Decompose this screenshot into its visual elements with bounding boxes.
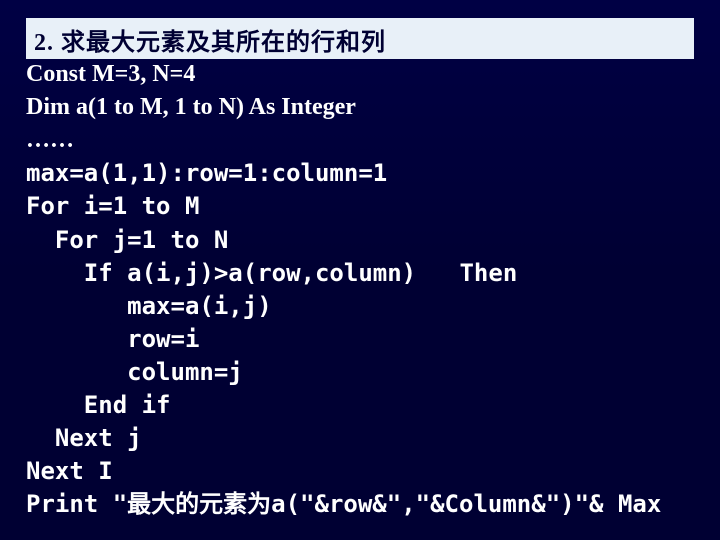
heading-bar: 2. 求最大元素及其所在的行和列 xyxy=(26,18,694,59)
slide: 2. 求最大元素及其所在的行和列 Const M=3, N=4 Dim a(1 … xyxy=(0,0,720,540)
code-line: For j=1 to N xyxy=(26,224,694,257)
code-line: max=a(1,1):row=1:column=1 xyxy=(26,157,694,190)
code-line: …… xyxy=(26,124,694,157)
print-suffix: a("&row&","&Column&")"& Max xyxy=(271,490,661,518)
code-line: row=i xyxy=(26,323,694,356)
code-line: Next I xyxy=(26,455,694,488)
print-cjk: 最大的元素为 xyxy=(127,492,271,518)
code-block: Const M=3, N=4 Dim a(1 to M, 1 to N) As … xyxy=(26,58,694,523)
code-line: If a(i,j)>a(row,column) Then xyxy=(26,257,694,290)
code-line: For i=1 to M xyxy=(26,190,694,223)
slide-title: 2. 求最大元素及其所在的行和列 xyxy=(34,30,386,56)
print-prefix: Print " xyxy=(26,490,127,518)
code-line: Const M=3, N=4 xyxy=(26,58,694,91)
code-line: column=j xyxy=(26,356,694,389)
code-line: Dim a(1 to M, 1 to N) As Integer xyxy=(26,91,694,124)
code-line: Print "最大的元素为a("&row&","&Column&")"& Max xyxy=(26,488,694,522)
code-line: Next j xyxy=(26,422,694,455)
code-line: End if xyxy=(26,389,694,422)
code-line: max=a(i,j) xyxy=(26,290,694,323)
